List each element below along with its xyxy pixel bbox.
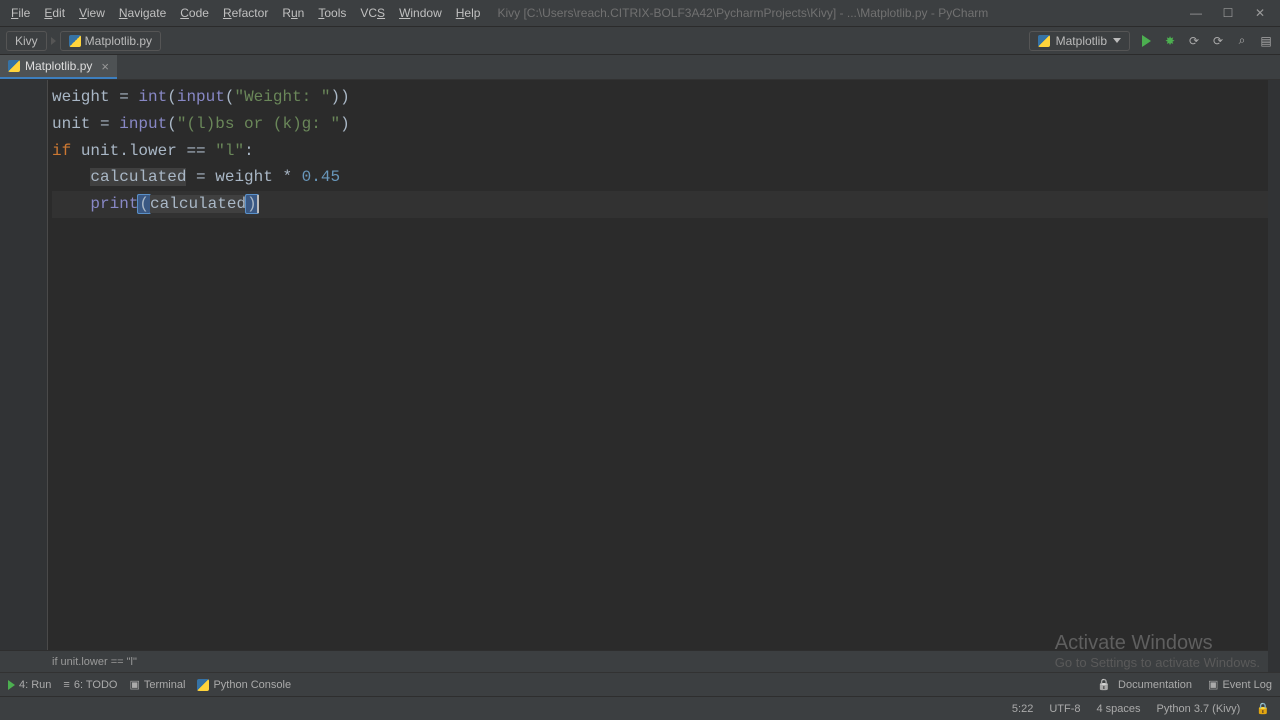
toolwindow-button[interactable]: ▤ [1258, 33, 1274, 49]
watermark-subtitle: Go to Settings to activate Windows. [1055, 655, 1260, 670]
minimize-icon[interactable]: — [1190, 6, 1202, 20]
editor-breadcrumb-label: if unit.lower == "l" [52, 656, 137, 668]
watermark-title: Activate Windows [1055, 632, 1260, 655]
run-button[interactable] [1138, 33, 1154, 49]
breadcrumb-file[interactable]: Matplotlib.py [60, 31, 161, 51]
text-cursor [257, 195, 259, 213]
indent-setting[interactable]: 4 spaces [1097, 703, 1141, 715]
code-line: print(calculated) [52, 191, 1280, 218]
python-file-icon [69, 35, 81, 47]
bottom-tool-bar: 4: Run ≡ 6: TODO ▣ Terminal Python Conso… [0, 672, 1280, 696]
terminal-icon: ▣ [129, 678, 139, 691]
title-bar: File Edit View Navigate Code Refactor Ru… [0, 0, 1280, 27]
play-icon [1142, 35, 1151, 47]
play-icon [8, 680, 15, 690]
editor[interactable]: weight = int(input("Weight: ")) unit = i… [0, 80, 1280, 650]
search-button[interactable]: ⌕ [1234, 33, 1250, 49]
tool-tab-terminal[interactable]: ▣ Terminal [129, 678, 185, 691]
code-line: if unit.lower == "l": [52, 138, 1280, 165]
gutter [0, 80, 48, 650]
maximize-icon[interactable]: ☐ [1222, 6, 1234, 20]
breadcrumb-project-label: Kivy [15, 34, 38, 48]
interpreter[interactable]: Python 3.7 (Kivy) [1157, 703, 1241, 715]
menu-code[interactable]: Code [173, 3, 216, 23]
status-bar: 5:22 UTF-8 4 spaces Python 3.7 (Kivy) 🔒 [0, 696, 1280, 720]
breadcrumb-sep-icon [51, 37, 56, 45]
encoding[interactable]: UTF-8 [1049, 703, 1080, 715]
profile-button[interactable]: ⟳ [1210, 33, 1226, 49]
menu-help[interactable]: Help [449, 3, 488, 23]
menu-window[interactable]: Window [392, 3, 449, 23]
menu-vcs[interactable]: VCS [353, 3, 392, 23]
tool-tab-todo[interactable]: ≡ 6: TODO [63, 679, 117, 691]
tool-tab-run[interactable]: 4: Run [8, 679, 51, 691]
run-config-dropdown[interactable]: Matplotlib [1029, 31, 1130, 51]
event-log-link[interactable]: ▣ Event Log [1208, 678, 1272, 691]
lock-icon [1097, 678, 1114, 691]
activate-windows-watermark: Activate Windows Go to Settings to activ… [1055, 632, 1260, 670]
menu-navigate[interactable]: Navigate [112, 3, 173, 23]
menu-view[interactable]: View [72, 3, 112, 23]
debug-button[interactable]: ✸ [1162, 33, 1178, 49]
code-area[interactable]: weight = int(input("Weight: ")) unit = i… [48, 80, 1280, 650]
file-tab[interactable]: Matplotlib.py × [0, 55, 117, 79]
editor-tab-bar: Matplotlib.py × [0, 55, 1280, 80]
event-log-icon: ▣ [1208, 678, 1218, 691]
breadcrumb-file-label: Matplotlib.py [85, 34, 152, 48]
lock-icon[interactable]: 🔒 [1256, 702, 1270, 715]
python-run-icon [1038, 35, 1050, 47]
menu-tools[interactable]: Tools [311, 3, 353, 23]
code-line: unit = input("(l)bs or (k)g: ") [52, 111, 1280, 138]
coverage-button[interactable]: ⟳ [1186, 33, 1202, 49]
python-file-icon [8, 60, 20, 72]
documentation-link[interactable]: Documentation [1097, 678, 1192, 691]
menu-refactor[interactable]: Refactor [216, 3, 275, 23]
nav-bar: Kivy Matplotlib.py Matplotlib ✸ ⟳ ⟳ ⌕ ▤ [0, 27, 1280, 55]
cursor-position[interactable]: 5:22 [1012, 703, 1033, 715]
file-tab-label: Matplotlib.py [25, 59, 92, 73]
tool-tab-python-console[interactable]: Python Console [197, 679, 291, 691]
checklist-icon: ≡ [63, 679, 69, 691]
menu-file[interactable]: File [4, 3, 37, 23]
run-config-label: Matplotlib [1056, 34, 1107, 48]
breadcrumb-project[interactable]: Kivy [6, 31, 47, 51]
code-line: calculated = weight * 0.45 [52, 164, 1280, 191]
scrollbar[interactable] [1268, 80, 1280, 672]
menu-edit[interactable]: Edit [37, 3, 72, 23]
chevron-down-icon [1113, 38, 1121, 43]
menu-run[interactable]: Run [275, 3, 311, 23]
close-icon[interactable]: ✕ [1254, 6, 1266, 20]
code-line: weight = int(input("Weight: ")) [52, 84, 1280, 111]
window-title: Kivy [C:\Users\reach.CITRIX-BOLF3A42\Pyc… [497, 6, 988, 20]
close-tab-icon[interactable]: × [101, 59, 109, 74]
python-icon [197, 679, 209, 691]
